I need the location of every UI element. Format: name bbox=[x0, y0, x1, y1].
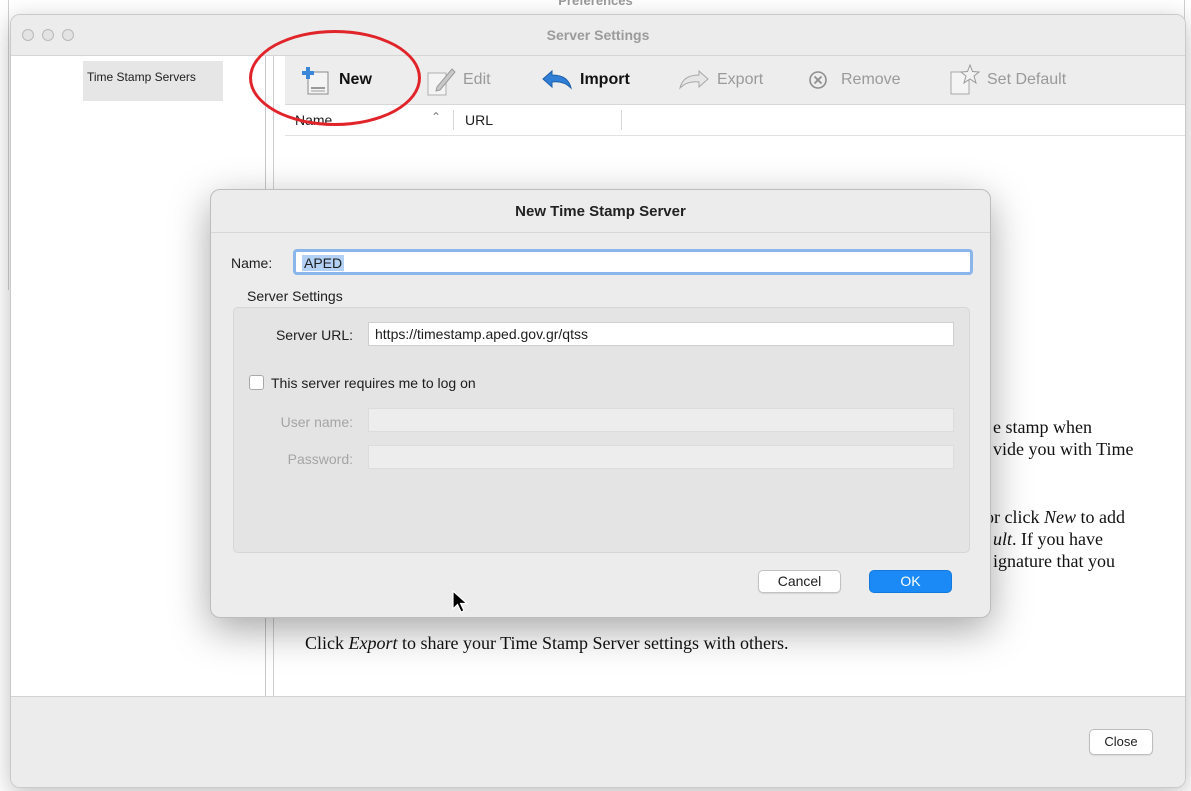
pencil-icon bbox=[427, 68, 456, 96]
remove-button-label: Remove bbox=[841, 71, 901, 88]
close-button[interactable]: Close bbox=[1089, 729, 1153, 755]
server-settings-group-label: Server Settings bbox=[247, 288, 343, 304]
behind-window-title: Preferences bbox=[558, 0, 633, 8]
remove-x-icon bbox=[809, 71, 827, 89]
window-title: Server Settings bbox=[546, 27, 650, 43]
set-default-button-label: Set Default bbox=[987, 71, 1067, 88]
server-url-label: Server URL: bbox=[275, 327, 353, 343]
import-button[interactable]: Import bbox=[540, 56, 630, 104]
set-default-star-icon bbox=[950, 63, 981, 95]
title-bar[interactable]: Server Settings bbox=[11, 15, 1185, 56]
server-url-input[interactable]: https://timestamp.aped.gov.gr/qtss bbox=[368, 322, 954, 346]
password-input[interactable] bbox=[368, 445, 954, 469]
cancel-button[interactable]: Cancel bbox=[758, 570, 841, 593]
window-footer: Close bbox=[11, 696, 1185, 787]
red-annotation-circle bbox=[249, 30, 421, 126]
mouse-pointer-icon bbox=[452, 590, 469, 613]
new-time-stamp-server-dialog: New Time Stamp Server Name: APED Server … bbox=[210, 189, 991, 618]
column-divider[interactable] bbox=[621, 110, 622, 130]
password-label: Password: bbox=[287, 451, 353, 467]
column-header-url[interactable]: URL bbox=[465, 112, 493, 128]
remove-button[interactable]: Remove bbox=[807, 56, 901, 104]
import-button-label: Import bbox=[580, 71, 630, 88]
export-button-label: Export bbox=[717, 71, 764, 88]
name-label: Name: bbox=[231, 255, 273, 271]
help-line: Click Export to share your Time Stamp Se… bbox=[305, 633, 789, 653]
set-default-button[interactable]: Set Default bbox=[945, 56, 1066, 104]
edit-button[interactable]: Edit bbox=[425, 56, 491, 104]
username-label: User name: bbox=[280, 414, 353, 430]
name-input[interactable]: APED bbox=[293, 249, 973, 275]
username-input[interactable] bbox=[368, 408, 954, 432]
login-required-checkbox[interactable] bbox=[249, 375, 264, 390]
help-line: ult. If you have bbox=[993, 529, 1103, 549]
help-line: ignature that you bbox=[993, 551, 1115, 571]
edit-button-label: Edit bbox=[463, 71, 491, 88]
table-header: Name ⌃ URL bbox=[285, 105, 1185, 136]
import-arrow-icon bbox=[542, 69, 572, 90]
help-line: e stamp when bbox=[993, 417, 1092, 437]
sidebar-item-time-stamp-servers[interactable]: Time Stamp Servers bbox=[83, 61, 223, 101]
behind-window-edge bbox=[8, 0, 9, 290]
sort-ascending-icon: ⌃ bbox=[431, 110, 442, 124]
column-divider[interactable] bbox=[453, 110, 454, 130]
export-arrow-icon bbox=[679, 69, 709, 90]
dialog-divider bbox=[211, 232, 990, 233]
help-line: or click New to add bbox=[985, 507, 1125, 527]
export-button[interactable]: Export bbox=[677, 56, 763, 104]
server-settings-group: Server URL: https://timestamp.aped.gov.g… bbox=[233, 307, 970, 553]
name-input-value: APED bbox=[302, 255, 345, 271]
help-line: vide you with Time bbox=[993, 439, 1134, 459]
dialog-title: New Time Stamp Server bbox=[515, 203, 686, 220]
login-required-label[interactable]: This server requires me to log on bbox=[271, 375, 476, 391]
ok-button[interactable]: OK bbox=[869, 570, 952, 593]
